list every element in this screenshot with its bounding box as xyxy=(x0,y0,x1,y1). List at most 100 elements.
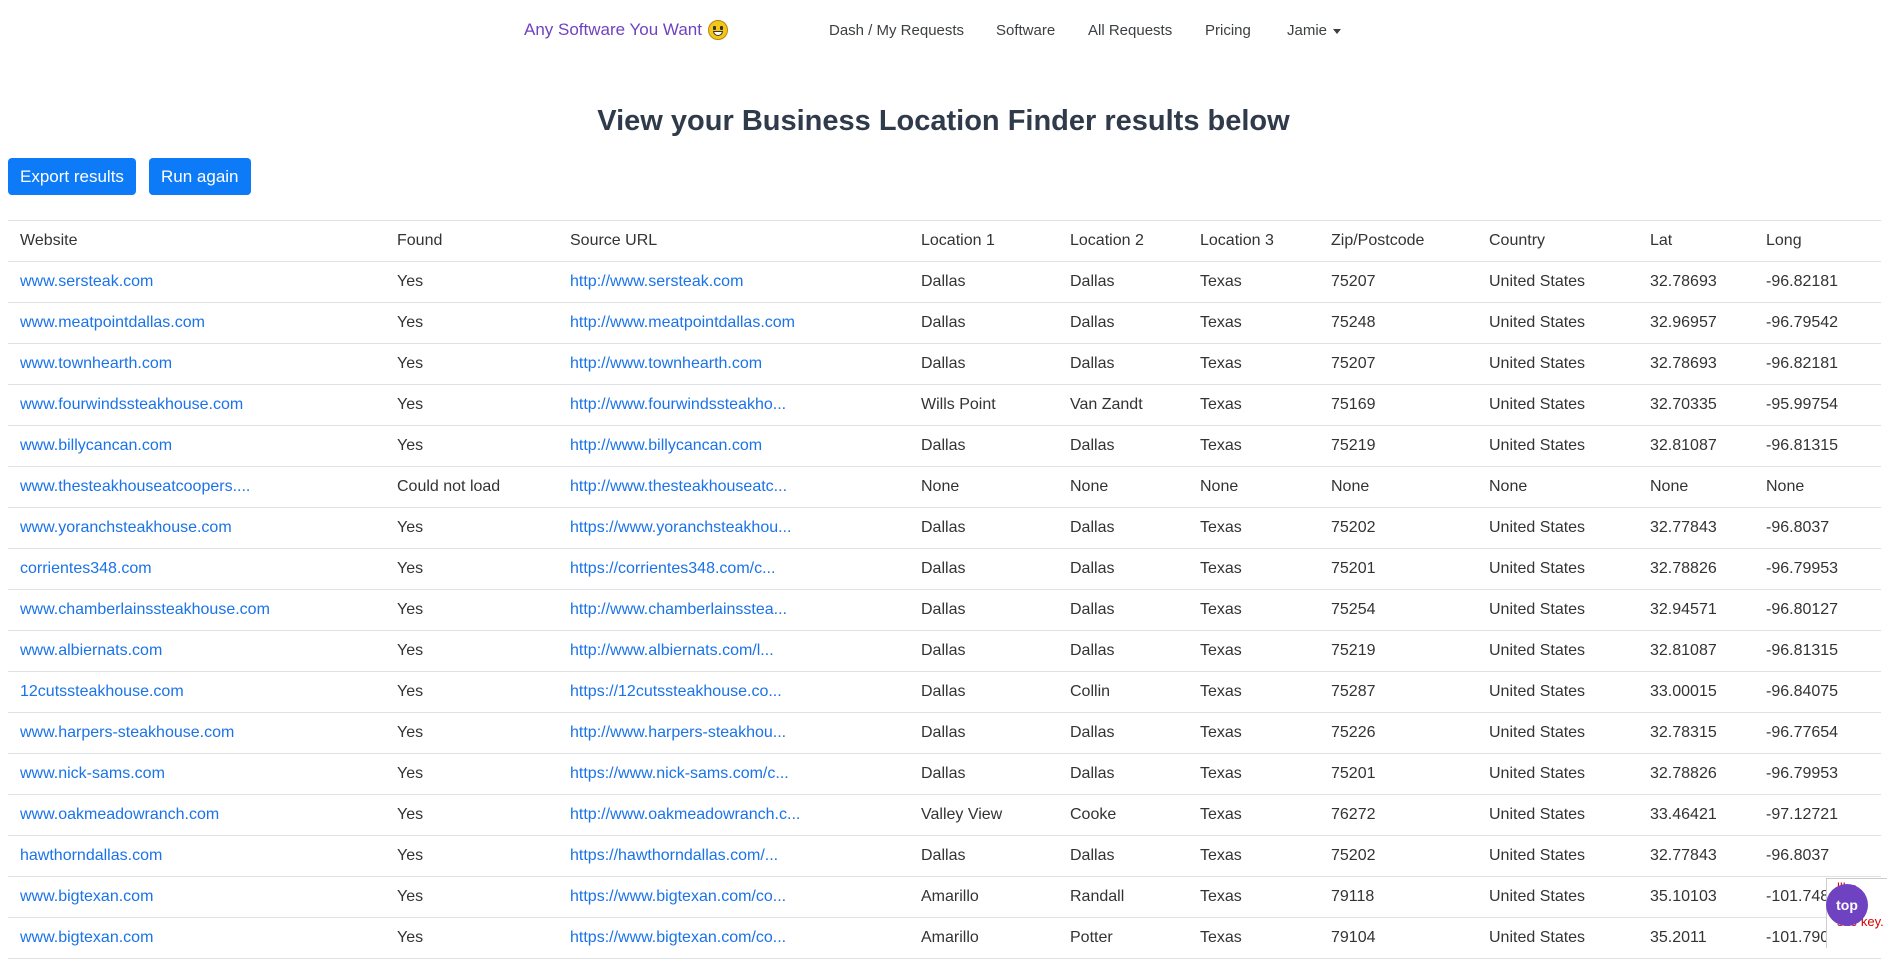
cell-website: www.billycancan.com xyxy=(8,425,385,467)
column-header-source-url[interactable]: Source URL xyxy=(558,220,909,262)
website-link[interactable]: www.harpers-steakhouse.com xyxy=(20,724,234,741)
website-link[interactable]: www.meatpointdallas.com xyxy=(20,314,205,331)
table-header-row: Website Found Source URL Location 1 Loca… xyxy=(8,220,1881,262)
cell-location-1: None xyxy=(909,466,1058,508)
website-link[interactable]: www.chamberlainssteakhouse.com xyxy=(20,601,270,618)
cell-country: United States xyxy=(1477,343,1638,385)
cell-source-url: https://hawthorndallas.com/... xyxy=(558,835,909,877)
cell-zip-postcode: 75202 xyxy=(1319,835,1477,877)
cell-website: www.albiernats.com xyxy=(8,630,385,672)
website-link[interactable]: www.albiernats.com xyxy=(20,642,162,659)
export-results-button[interactable]: Export results xyxy=(8,158,136,195)
source-url-link[interactable]: http://www.harpers-steakhou... xyxy=(570,724,786,741)
cell-lat: 32.78693 xyxy=(1638,343,1754,385)
column-header-found[interactable]: Found xyxy=(385,220,558,262)
cell-found: Yes xyxy=(385,630,558,672)
back-to-top-button[interactable]: top xyxy=(1826,884,1868,926)
cell-location-2: Dallas xyxy=(1058,712,1188,754)
cell-country: None xyxy=(1477,466,1638,508)
source-url-link[interactable]: https://www.yoranchsteakhou... xyxy=(570,519,791,536)
website-link[interactable]: www.nick-sams.com xyxy=(20,765,165,782)
website-link[interactable]: corrientes348.com xyxy=(20,560,152,577)
source-url-link[interactable]: http://www.meatpointdallas.com xyxy=(570,314,795,331)
source-url-link[interactable]: https://corrientes348.com/c... xyxy=(570,560,775,577)
cell-zip-postcode: 75254 xyxy=(1319,589,1477,631)
nav-pricing[interactable]: Pricing xyxy=(1205,22,1251,39)
source-url-link[interactable]: http://www.thesteakhouseatc... xyxy=(570,478,787,495)
website-link[interactable]: www.townhearth.com xyxy=(20,355,172,372)
column-header-zip-postcode[interactable]: Zip/Postcode xyxy=(1319,220,1477,262)
nav-all-requests[interactable]: All Requests xyxy=(1088,22,1172,39)
source-url-link[interactable]: http://www.chamberlainsstea... xyxy=(570,601,787,618)
cell-lat: 32.78315 xyxy=(1638,712,1754,754)
website-link[interactable]: www.yoranchsteakhouse.com xyxy=(20,519,232,536)
column-header-website[interactable]: Website xyxy=(8,220,385,262)
cell-website: www.nick-sams.com xyxy=(8,753,385,795)
nav-software[interactable]: Software xyxy=(996,22,1055,39)
cell-source-url: http://www.harpers-steakhou... xyxy=(558,712,909,754)
cell-location-3: Texas xyxy=(1188,425,1319,467)
cell-lat: 32.96957 xyxy=(1638,302,1754,344)
website-link[interactable]: www.fourwindssteakhouse.com xyxy=(20,396,243,413)
cell-country: United States xyxy=(1477,876,1638,918)
website-link[interactable]: www.billycancan.com xyxy=(20,437,172,454)
website-link[interactable]: www.bigtexan.com xyxy=(20,888,153,905)
website-link[interactable]: www.sersteak.com xyxy=(20,273,153,290)
cell-lat: 33.00015 xyxy=(1638,671,1754,713)
source-url-link[interactable]: http://www.sersteak.com xyxy=(570,273,743,290)
website-link[interactable]: www.bigtexan.com xyxy=(20,929,153,946)
source-url-link[interactable]: https://www.nick-sams.com/c... xyxy=(570,765,789,782)
source-url-link[interactable]: https://hawthorndallas.com/... xyxy=(570,847,778,864)
cell-website: www.fourwindssteakhouse.com xyxy=(8,384,385,426)
cell-location-1: Dallas xyxy=(909,835,1058,877)
source-url-link[interactable]: http://www.billycancan.com xyxy=(570,437,762,454)
nav-dash-my-requests[interactable]: Dash / My Requests xyxy=(829,22,964,39)
cell-location-2: Van Zandt xyxy=(1058,384,1188,426)
column-header-location-1[interactable]: Location 1 xyxy=(909,220,1058,262)
source-url-link[interactable]: https://www.bigtexan.com/co... xyxy=(570,888,786,905)
cell-location-2: Dallas xyxy=(1058,507,1188,549)
source-url-link[interactable]: https://12cutssteakhouse.co... xyxy=(570,683,782,700)
user-menu-dropdown[interactable]: Jamie xyxy=(1287,22,1342,39)
cell-long: -96.79953 xyxy=(1754,753,1881,795)
column-header-country[interactable]: Country xyxy=(1477,220,1638,262)
table-row: www.bigtexan.com Yes https://www.bigtexan.… xyxy=(8,876,1881,918)
cell-website: www.oakmeadowranch.com xyxy=(8,794,385,836)
cell-zip-postcode: 79118 xyxy=(1319,876,1477,918)
column-header-location-3[interactable]: Location 3 xyxy=(1188,220,1319,262)
cell-zip-postcode: 75202 xyxy=(1319,507,1477,549)
source-url-link[interactable]: http://www.townhearth.com xyxy=(570,355,762,372)
run-again-button[interactable]: Run again xyxy=(149,158,251,195)
cell-website: www.thesteakhouseatcoopers.... xyxy=(8,466,385,508)
cell-source-url: https://www.nick-sams.com/c... xyxy=(558,753,909,795)
source-url-link[interactable]: http://www.albiernats.com/l... xyxy=(570,642,774,659)
cell-zip-postcode: 75287 xyxy=(1319,671,1477,713)
source-url-link[interactable]: http://www.oakmeadowranch.c... xyxy=(570,806,800,823)
brand-link[interactable]: Any Software You Want xyxy=(524,20,728,40)
column-header-long[interactable]: Long xyxy=(1754,220,1881,262)
source-url-link[interactable]: http://www.fourwindssteakho... xyxy=(570,396,786,413)
cell-location-3: Texas xyxy=(1188,589,1319,631)
table-row: www.harpers-steakhouse.com Yes http://www.… xyxy=(8,712,1881,754)
cell-long: -96.81315 xyxy=(1754,425,1881,467)
cell-location-2: Dallas xyxy=(1058,589,1188,631)
cell-zip-postcode: 75207 xyxy=(1319,261,1477,303)
cell-source-url: http://www.fourwindssteakho... xyxy=(558,384,909,426)
website-link[interactable]: hawthorndallas.com xyxy=(20,847,162,864)
cell-location-3: Texas xyxy=(1188,876,1319,918)
table-row: www.townhearth.com Yes http://www.townhear… xyxy=(8,343,1881,385)
cell-source-url: http://www.billycancan.com xyxy=(558,425,909,467)
column-header-location-2[interactable]: Location 2 xyxy=(1058,220,1188,262)
cell-location-3: Texas xyxy=(1188,630,1319,672)
table-row: corrientes348.com Yes https://corrientes34… xyxy=(8,548,1881,590)
cell-location-2: None xyxy=(1058,466,1188,508)
cell-found: Yes xyxy=(385,302,558,344)
website-link[interactable]: www.thesteakhouseatcoopers.... xyxy=(20,478,250,495)
source-url-link[interactable]: https://www.bigtexan.com/co... xyxy=(570,929,786,946)
cell-long: -96.82181 xyxy=(1754,343,1881,385)
column-header-lat[interactable]: Lat xyxy=(1638,220,1754,262)
cell-location-2: Dallas xyxy=(1058,302,1188,344)
website-link[interactable]: www.oakmeadowranch.com xyxy=(20,806,219,823)
cell-found: Yes xyxy=(385,712,558,754)
website-link[interactable]: 12cutssteakhouse.com xyxy=(20,683,184,700)
